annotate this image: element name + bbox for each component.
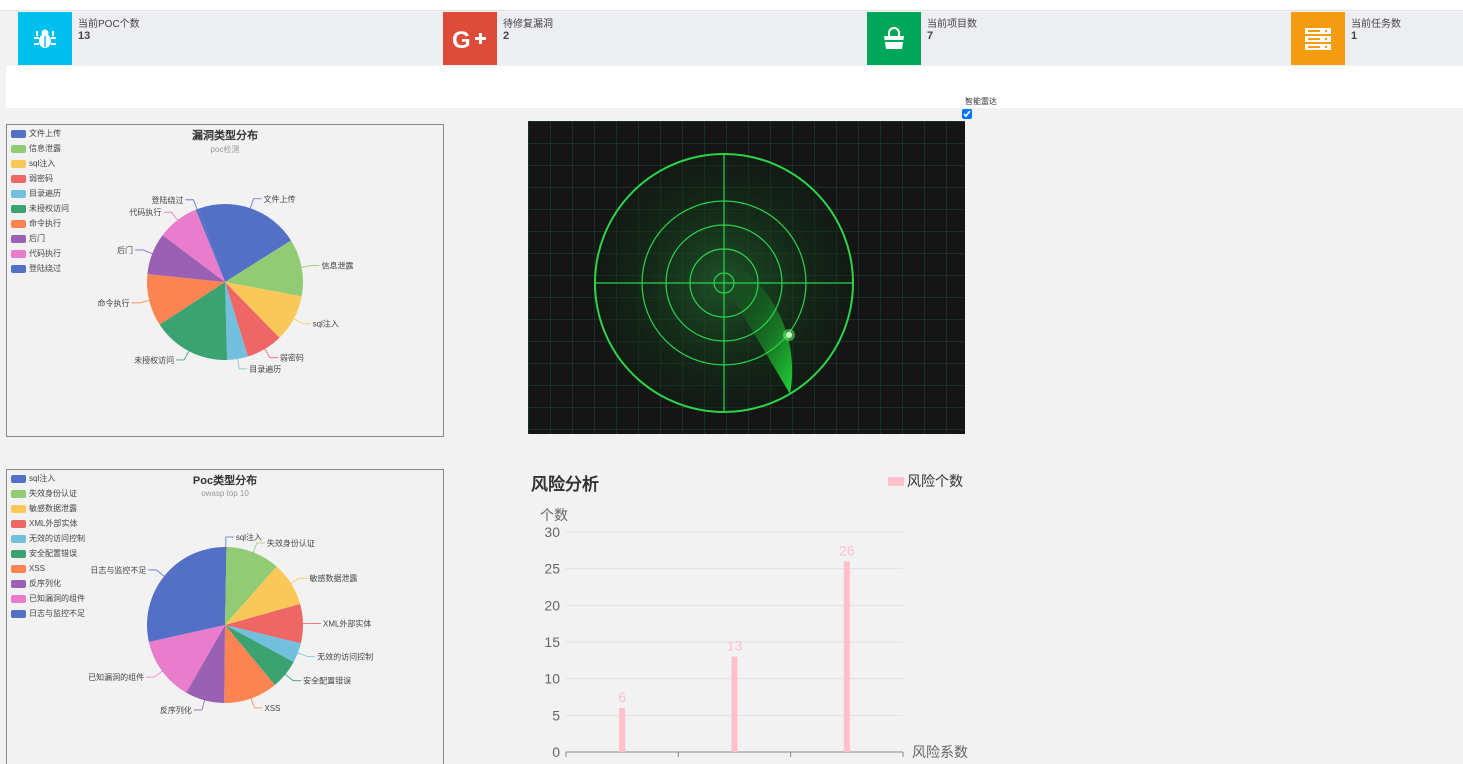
y-axis-label: 个数 [540,507,568,523]
pie-label: 文件上传 [264,194,296,204]
stat-value: 7 [927,30,933,42]
y-tick-label: 0 [552,744,560,760]
stat-card-vuln[interactable]: G 待修复漏洞 2 [443,12,867,65]
vuln-type-panel: 文件上传信息泄露sql注入弱密码目录遍历未授权访问命令执行后门代码执行登陆绕过 … [6,124,444,437]
pie-label-line [238,359,248,369]
pie-label: 已知漏洞的组件 [88,672,144,682]
stat-label: 待修复漏洞 [503,15,553,30]
poc-type-panel: sql注入失效身份认证敏感数据泄露 XML外部实体无效的访问控制安全配置错误 XSS… [6,469,444,764]
pie-label: 登陆绕过 [152,195,184,205]
y-tick-label: 25 [544,561,560,577]
pie-label: 目录遍历 [249,364,281,374]
pie-label-line [294,319,311,324]
top-bar [0,0,1463,11]
pie-label: XSS [265,704,281,713]
bug-icon [18,12,72,65]
pie-label: 无效的访问控制 [317,651,373,661]
pie-label-line [194,700,205,710]
bar-value-label: 26 [839,542,855,558]
pie-label-line [176,351,189,360]
poc-pie-chart: sql注入失效身份认证敏感数据泄露 XML外部实体无效的访问控制安全配置错误 XSS… [7,470,443,764]
bar-value-label: 6 [618,689,626,705]
pie-label: 命令执行 [97,298,129,308]
pie-label-line [186,200,198,209]
pie-label-line [285,674,301,680]
stat-card-project[interactable]: 当前项目数 7 [867,12,1291,65]
pie-label-line [291,578,307,583]
stat-card-task[interactable]: 当前任务数 1 [1291,12,1463,65]
pie-label-line [135,250,152,254]
pie-label: XML外部实体 [323,618,371,628]
pie-label-line [146,671,162,677]
content-header [6,66,1463,108]
stat-label: 当前任务数 [1351,15,1401,30]
radar-toggle-label: 智能雷达 [965,96,997,107]
shopping-bag-icon [867,12,921,65]
y-tick-label: 30 [544,524,560,540]
pie-label-line [302,266,320,268]
pie-label: sql注入 [313,319,339,329]
pie-label-line [226,537,234,547]
x-axis-label: 风险系数 [912,744,968,760]
y-tick-label: 15 [544,634,560,650]
stat-label: 当前项目数 [927,15,977,30]
pie-label-line [265,349,278,358]
bar[interactable] [844,561,850,752]
vuln-pie-chart: 文件上传信息泄露 sql注入弱密码目录遍历 未授权访问 命令执行 后门 代码执行 登陆绕过 [7,125,443,436]
server-icon [1291,12,1345,65]
pie-label-line [298,653,315,657]
bar[interactable] [732,657,738,752]
y-tick-label: 5 [552,707,560,723]
y-tick-label: 20 [544,597,560,613]
risk-bar-chart: 0 5 10 15 20 25 30 6 13 26 个数风险系数 [520,473,1000,763]
pie-label-line [163,212,177,220]
pie-label: 安全配置错误 [303,676,351,686]
pie-label: 日志与监控不足 [90,565,146,575]
google-plus-icon: G [443,12,497,65]
stat-card-poc[interactable]: 当前POC个数 13 [18,12,443,65]
bar-value-label: 13 [727,638,743,654]
radar-display [528,121,965,434]
pie-label: 代码执行 [129,207,161,217]
pie-label: sql注入 [236,532,262,542]
y-tick-label: 10 [544,671,560,687]
pie-label: 信息泄露 [321,261,353,271]
pie-label-line [253,543,265,552]
pie-label-line [250,199,261,208]
radar-toggle-checkbox[interactable] [962,109,972,119]
stat-value: 1 [1351,30,1357,42]
stat-value: 2 [503,30,509,42]
pie-label: 敏感数据泄露 [310,573,358,583]
pie-label-line [251,698,262,707]
pie-label: 反序列化 [160,705,192,715]
pie-label-line [148,570,164,576]
stat-label: 当前POC个数 [78,15,140,30]
stat-value: 13 [78,30,90,42]
pie-label-line [131,300,149,302]
bar[interactable] [619,708,625,752]
pie-label: 弱密码 [280,353,304,363]
pie-label: 后门 [117,245,133,255]
pie-label: 失效身份认证 [267,538,315,548]
svg-text:G: G [452,27,471,52]
pie-label: 未授权访问 [134,355,174,365]
